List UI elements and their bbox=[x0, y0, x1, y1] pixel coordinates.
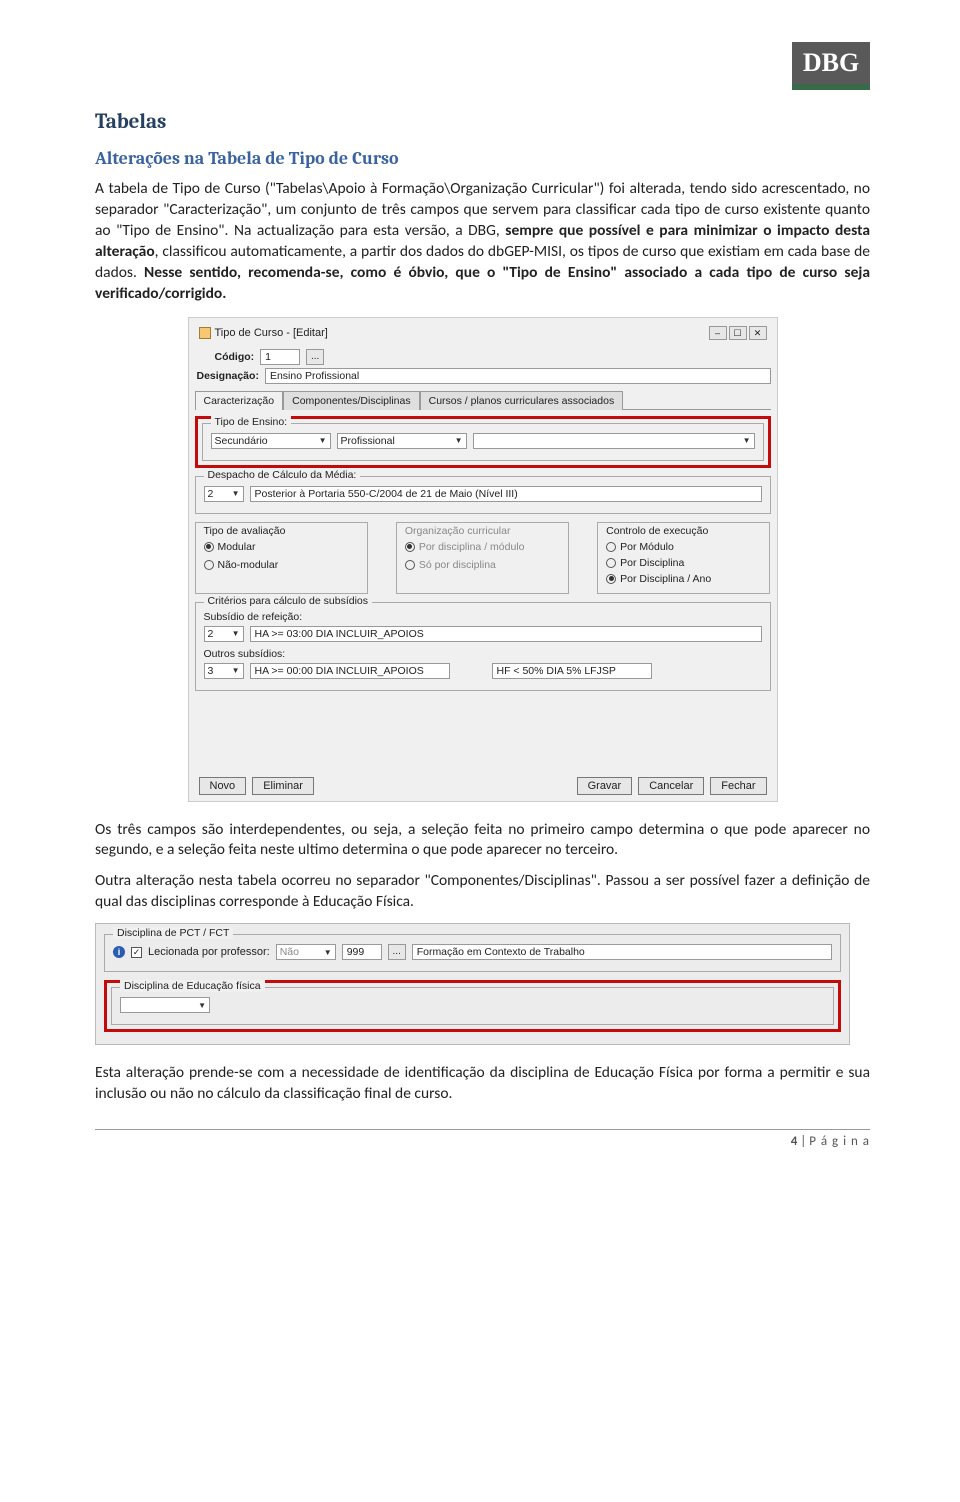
eliminar-button[interactable]: Eliminar bbox=[252, 777, 314, 795]
dialog-titlebar: Tipo de Curso - [Editar] – ☐ ✕ bbox=[195, 324, 771, 346]
heading-alteracoes: Alterações na Tabela de Tipo de Curso bbox=[95, 148, 870, 169]
tipo-ensino-label: Tipo de Ensino: bbox=[211, 416, 292, 428]
tipo-ensino-select-1[interactable]: Secundário▼ bbox=[211, 433, 331, 449]
despacho-title: Despacho de Cálculo da Média: bbox=[204, 469, 361, 481]
edfisica-highlight: Disciplina de Educação física ▼ bbox=[104, 980, 841, 1032]
gravar-button[interactable]: Gravar bbox=[577, 777, 633, 795]
design-label: Designação: bbox=[197, 370, 259, 382]
criterios-title: Critérios para cálculo de subsídios bbox=[204, 595, 373, 607]
outros-text1: HA >= 00:00 DIA INCLUIR_APOIOS bbox=[250, 663, 450, 679]
window-icon bbox=[199, 327, 211, 339]
brand-logo: DBG bbox=[792, 42, 870, 90]
despacho-text: Posterior à Portaria 550-C/2004 de 21 de… bbox=[250, 486, 762, 502]
tabs: Caracterização Componentes/Disciplinas C… bbox=[195, 390, 771, 410]
radio-pordisciplina-ano[interactable]: Por Disciplina / Ano bbox=[606, 573, 761, 585]
codigo-field[interactable]: 1 bbox=[260, 349, 300, 365]
cancelar-button[interactable]: Cancelar bbox=[638, 777, 704, 795]
dialog-title: Tipo de Curso - [Editar] bbox=[215, 327, 328, 339]
dialog-tipo-curso: Tipo de Curso - [Editar] – ☐ ✕ Código: 1… bbox=[188, 317, 778, 802]
lecionada-label: Lecionada por professor: bbox=[148, 946, 270, 958]
radio-pormodulo[interactable]: Por Módulo bbox=[606, 541, 761, 553]
lecionada-checkbox[interactable]: ✓ bbox=[131, 947, 142, 958]
tab-caracterizacao[interactable]: Caracterização bbox=[195, 391, 284, 410]
disciplina-code[interactable]: 999 bbox=[342, 944, 382, 960]
options-columns: Tipo de avaliação Modular Não-modular Or… bbox=[195, 522, 771, 594]
disciplina-lookup-button[interactable]: ... bbox=[388, 944, 406, 960]
close-button[interactable]: ✕ bbox=[749, 326, 767, 340]
disciplina-desc: Formação em Contexto de Trabalho bbox=[412, 944, 832, 960]
para1-bold2: Nesse sentido, recomenda-se, como é óbvi… bbox=[95, 263, 870, 303]
edfisica-select[interactable]: ▼ bbox=[120, 997, 210, 1013]
page-footer: 4 | P á g i n a bbox=[95, 1129, 870, 1149]
minimize-button[interactable]: – bbox=[709, 326, 727, 340]
paragraph-3: Outra alteração nesta tabela ocorreu no … bbox=[95, 871, 870, 913]
col1-title: Tipo de avaliação bbox=[204, 525, 359, 537]
outros-num-select[interactable]: 3▼ bbox=[204, 663, 244, 679]
fechar-button[interactable]: Fechar bbox=[710, 777, 766, 795]
codigo-lookup-button[interactable]: ... bbox=[306, 349, 324, 365]
criterios-group: Critérios para cálculo de subsídios Subs… bbox=[195, 602, 771, 691]
chevron-down-icon: ▼ bbox=[743, 436, 751, 445]
novo-button[interactable]: Novo bbox=[199, 777, 247, 795]
outros-text2: HF < 50% DIA 5% LFJSP bbox=[492, 663, 652, 679]
col3-title: Controlo de execução bbox=[606, 525, 761, 537]
lecionada-select: Não▼ bbox=[276, 944, 336, 960]
tab-componentes[interactable]: Componentes/Disciplinas bbox=[283, 391, 419, 410]
radio-naomodular[interactable]: Não-modular bbox=[204, 559, 359, 571]
page-label: P á g i n a bbox=[809, 1134, 870, 1149]
design-field[interactable]: Ensino Profissional bbox=[265, 368, 771, 384]
pct-group-title: Disciplina de PCT / FCT bbox=[113, 927, 233, 939]
chevron-down-icon: ▼ bbox=[455, 436, 463, 445]
chevron-down-icon: ▼ bbox=[319, 436, 327, 445]
tipo-ensino-highlight: Tipo de Ensino: Secundário▼ Profissional… bbox=[195, 416, 771, 468]
dialog-buttons: Novo Eliminar Gravar Cancelar Fechar bbox=[195, 777, 771, 795]
radio-modular[interactable]: Modular bbox=[204, 541, 359, 553]
tipo-ensino-select-3[interactable]: ▼ bbox=[473, 433, 755, 449]
despacho-group: Despacho de Cálculo da Média: 2▼ Posteri… bbox=[195, 476, 771, 514]
subsidio-refeicao-label: Subsídio de refeição: bbox=[204, 611, 762, 623]
outros-label: Outros subsídios: bbox=[204, 648, 762, 660]
info-icon: i bbox=[113, 946, 125, 958]
sub-ref-text: HA >= 03:00 DIA INCLUIR_APOIOS bbox=[250, 626, 762, 642]
maximize-button[interactable]: ☐ bbox=[729, 326, 747, 340]
tab-cursos[interactable]: Cursos / planos curriculares associados bbox=[420, 391, 624, 410]
radio-pordisciplina-modulo: Por disciplina / módulo bbox=[405, 541, 560, 553]
page-number: 4 bbox=[791, 1134, 798, 1149]
paragraph-2: Os três campos são interdependentes, ou … bbox=[95, 820, 870, 862]
paragraph-1: A tabela de Tipo de Curso ("Tabelas\Apoi… bbox=[95, 179, 870, 305]
heading-tabelas: Tabelas bbox=[95, 110, 870, 134]
radio-sop-disciplina: Só por disciplina bbox=[405, 559, 560, 571]
col2-title: Organização curricular bbox=[405, 525, 560, 537]
paragraph-4: Esta alteração prende-se com a necessida… bbox=[95, 1063, 870, 1105]
dialog-disciplina: Disciplina de PCT / FCT i ✓ Lecionada po… bbox=[95, 923, 850, 1045]
despacho-num-select[interactable]: 2▼ bbox=[204, 486, 244, 502]
edfisica-group-title: Disciplina de Educação física bbox=[120, 980, 265, 992]
tipo-ensino-select-2[interactable]: Profissional▼ bbox=[337, 433, 467, 449]
radio-pordisciplina[interactable]: Por Disciplina bbox=[606, 557, 761, 569]
brand-logo-text: DBG bbox=[792, 42, 870, 84]
codigo-label: Código: bbox=[215, 351, 255, 363]
sub-ref-num-select[interactable]: 2▼ bbox=[204, 626, 244, 642]
